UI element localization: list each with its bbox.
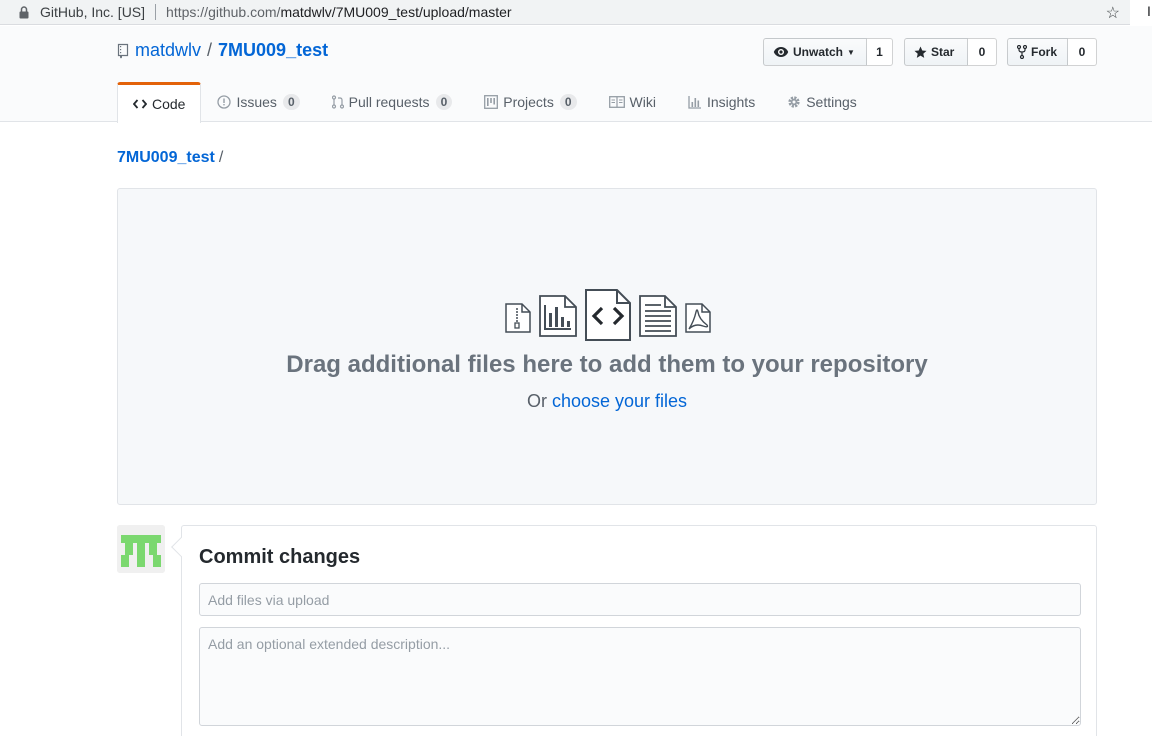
tab-code-label: Code (152, 96, 186, 112)
repo-nav-tabs: Code Issues 0 Pull requests 0 Projects 0 (117, 82, 873, 123)
repo-name-link[interactable]: 7MU009_test (218, 40, 328, 61)
graph-icon (688, 95, 702, 109)
tab-insights[interactable]: Insights (672, 82, 771, 122)
tab-pull-requests-count: 0 (435, 94, 453, 110)
star-count[interactable]: 0 (968, 38, 997, 66)
url-text[interactable]: https://github.com/matdwlv/7MU009_test/u… (166, 4, 512, 20)
url-path: matdwlv/7MU009_test/upload/master (280, 4, 512, 20)
drop-zone-heading: Drag additional files here to add them t… (286, 351, 928, 378)
watch-count[interactable]: 1 (867, 38, 893, 66)
tab-projects-count: 0 (559, 94, 577, 110)
repo-icon (117, 43, 129, 59)
book-icon (608, 96, 625, 108)
commit-summary-input[interactable] (199, 583, 1081, 616)
file-chart-icon (539, 295, 577, 337)
identicon-icon (117, 525, 165, 573)
choose-your-files-link[interactable]: choose your files (552, 391, 687, 411)
fork-group: Fork 0 (1007, 38, 1097, 66)
choose-files-line: Or choose your files (118, 391, 1096, 412)
git-pull-request-icon (331, 95, 344, 109)
fork-count[interactable]: 0 (1068, 38, 1097, 66)
commit-form: Commit changes (171, 525, 1097, 736)
file-text-icon (639, 295, 677, 337)
browser-address-bar[interactable]: GitHub, Inc. [US] https://github.com/mat… (0, 0, 1130, 25)
commit-heading: Commit changes (199, 546, 361, 568)
choose-files-prefix: Or (526, 391, 547, 411)
gear-icon (787, 95, 801, 109)
tab-pull-requests-label: Pull requests (348, 94, 430, 110)
browser-edge-char: I (1147, 3, 1151, 19)
tab-projects-label: Projects (503, 94, 554, 110)
unwatch-button[interactable]: Unwatch ▼ (763, 38, 867, 66)
tab-pull-requests[interactable]: Pull requests 0 (316, 82, 469, 122)
tab-code[interactable]: Code (117, 82, 202, 123)
repo-title-separator: / (207, 40, 213, 60)
browser-edge: I (1130, 0, 1152, 25)
commit-form-pointer (171, 537, 191, 557)
tab-issues-label: Issues (236, 94, 277, 110)
url-prefix: https://github.com/ (166, 4, 281, 20)
address-divider (155, 4, 157, 20)
star-icon (914, 45, 927, 59)
breadcrumb: 7MU009_test / (117, 149, 223, 167)
fork-label: Fork (1031, 45, 1058, 59)
lock-icon (17, 5, 31, 19)
file-type-icons (503, 289, 713, 343)
tab-settings-label: Settings (806, 94, 857, 110)
tab-insights-label: Insights (706, 94, 756, 110)
code-icon (133, 99, 147, 109)
repo-header: matdwlv / 7MU009_test Unwatch ▼ 1 Star 0 (0, 26, 1152, 123)
star-group: Star 0 (904, 38, 997, 66)
breadcrumb-separator: / (218, 149, 224, 166)
file-drop-zone[interactable]: Drag additional files here to add them t… (117, 188, 1097, 505)
star-label: Star (931, 45, 955, 59)
bookmark-star-icon[interactable]: ☆ (1106, 3, 1120, 23)
watch-group: Unwatch ▼ 1 (763, 38, 893, 66)
tab-wiki[interactable]: Wiki (593, 82, 672, 122)
site-identity[interactable]: GitHub, Inc. [US] (40, 4, 145, 20)
tab-issues-count: 0 (282, 94, 300, 110)
tab-settings[interactable]: Settings (771, 82, 873, 122)
commit-description-textarea[interactable] (199, 627, 1081, 726)
avatar[interactable] (117, 525, 165, 573)
eye-icon (773, 46, 789, 58)
file-zip-icon (505, 303, 531, 333)
fork-button[interactable]: Fork (1007, 38, 1068, 66)
repo-owner-link[interactable]: matdwlv (135, 40, 201, 61)
repo-title: matdwlv / 7MU009_test (117, 40, 328, 61)
file-code-icon (585, 289, 631, 341)
project-icon (484, 95, 499, 109)
unwatch-label: Unwatch (793, 45, 844, 59)
file-pdf-icon (685, 303, 711, 333)
tab-issues[interactable]: Issues 0 (201, 82, 315, 122)
tab-projects[interactable]: Projects 0 (468, 82, 592, 122)
repo-forked-icon (1017, 45, 1027, 59)
chevron-down-icon: ▼ (847, 47, 855, 57)
star-button[interactable]: Star (904, 38, 968, 66)
breadcrumb-repo-link[interactable]: 7MU009_test (117, 149, 215, 166)
issue-opened-icon (217, 95, 232, 109)
tab-wiki-label: Wiki (629, 94, 656, 110)
